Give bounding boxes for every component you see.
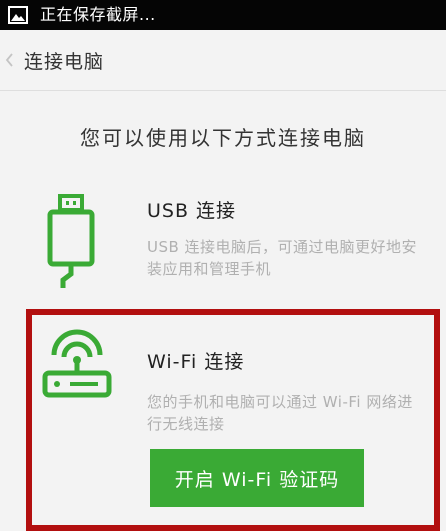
wifi-description: 您的手机和电脑可以通过 Wi-Fi 网络进行无线连接 [147,393,413,433]
usb-connection-option[interactable]: USB 连接 USB 连接电脑后，可通过电脑更好地安装应用和管理手机 [0,186,446,296]
status-text: 正在保存截屏... [40,5,156,24]
header-divider [0,90,446,91]
wifi-title: Wi-Fi 连接 [147,351,245,373]
title-bar: 连接电脑 [0,30,446,90]
usb-description: USB 连接电脑后，可通过电脑更好地安装应用和管理手机 [147,238,418,278]
enable-wifi-code-button[interactable]: 开启 Wi-Fi 验证码 [150,449,364,507]
chevron-left-icon [4,52,14,68]
back-button[interactable] [0,30,20,90]
status-bar: 正在保存截屏... [0,0,446,30]
wifi-connection-option: Wi-Fi 连接 您的手机和电脑可以通过 Wi-Fi 网络进行无线连接 开启 W… [26,309,440,531]
wifi-router-icon [40,327,114,401]
gallery-icon [8,6,28,24]
headline: 您可以使用以下方式连接电脑 [80,126,366,150]
usb-cable-icon [40,194,102,290]
page-title: 连接电脑 [24,50,105,73]
usb-title: USB 连接 [147,200,237,222]
